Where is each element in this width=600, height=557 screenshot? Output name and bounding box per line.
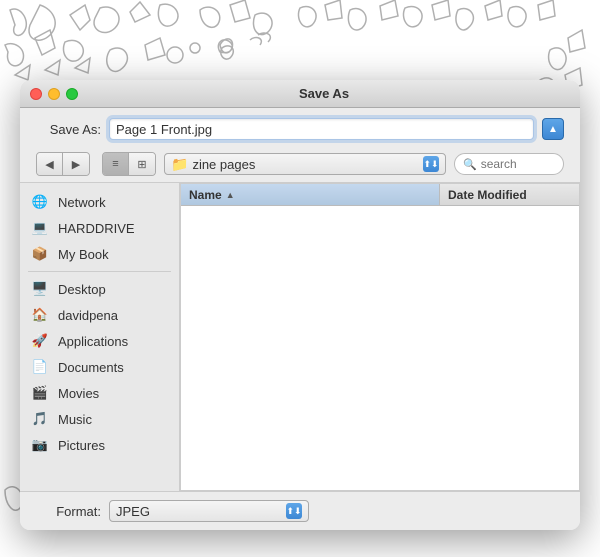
search-icon: 🔍 <box>463 158 477 171</box>
file-list-area: Name ▲ Date Modified <box>180 183 580 491</box>
desktop-icon: 🖥️ <box>30 279 50 299</box>
format-label: Format: <box>36 504 101 519</box>
sidebar-item-label-music: Music <box>58 412 92 427</box>
sidebar-item-desktop[interactable]: 🖥️ Desktop <box>20 276 179 302</box>
format-dropdown-arrow: ⬆⬇ <box>286 503 302 519</box>
traffic-lights <box>30 88 78 100</box>
save-as-dialog: Save As Save As: ▲ ◀ ▶ ≡ <box>20 80 580 530</box>
location-dropdown[interactable]: 📁 zine pages ⬆⬇ <box>164 153 446 175</box>
sidebar: 🌐 Network 💻 HARDDRIVE 📦 My Book 🖥️ Deskt… <box>20 183 180 491</box>
network-icon: 🌐 <box>30 192 50 212</box>
pictures-icon: 📷 <box>30 435 50 455</box>
location-label: zine pages <box>192 157 419 172</box>
nav-buttons: ◀ ▶ <box>36 152 90 176</box>
sidebar-item-label-desktop: Desktop <box>58 282 106 297</box>
toolbar-row: ◀ ▶ ≡ ⊞ 📁 zine pages ⬆⬇ 🔍 <box>20 148 580 182</box>
search-input[interactable] <box>481 157 551 171</box>
sidebar-item-label-harddrive: HARDDRIVE <box>58 221 135 236</box>
list-view-button[interactable]: ≡ <box>103 153 129 175</box>
folder-icon: 📁 <box>171 156 188 173</box>
close-button[interactable] <box>30 88 42 100</box>
sidebar-item-harddrive[interactable]: 💻 HARDDRIVE <box>20 215 179 241</box>
sidebar-item-davidpena[interactable]: 🏠 davidpena <box>20 302 179 328</box>
maximize-button[interactable] <box>66 88 78 100</box>
name-column-header[interactable]: Name ▲ <box>181 184 439 205</box>
documents-icon: 📄 <box>30 357 50 377</box>
date-modified-column-header[interactable]: Date Modified <box>439 184 579 205</box>
forward-button[interactable]: ▶ <box>63 153 89 175</box>
sidebar-item-pictures[interactable]: 📷 Pictures <box>20 432 179 458</box>
sidebar-item-label-davidpena: davidpena <box>58 308 118 323</box>
format-dropdown[interactable]: JPEG ⬆⬇ <box>109 500 309 522</box>
location-dropdown-arrow: ⬆⬇ <box>423 156 439 172</box>
back-button[interactable]: ◀ <box>37 153 63 175</box>
dialog-titlebar: Save As <box>20 80 580 108</box>
dialog-body: Save As: ▲ ◀ ▶ ≡ ⊞ <box>20 108 580 530</box>
user-home-icon: 🏠 <box>30 305 50 325</box>
filename-input[interactable] <box>109 118 534 140</box>
sidebar-item-mybook[interactable]: 📦 My Book <box>20 241 179 267</box>
sidebar-item-documents[interactable]: 📄 Documents <box>20 354 179 380</box>
sidebar-item-label-network: Network <box>58 195 106 210</box>
format-row: Format: JPEG ⬆⬇ <box>20 491 580 530</box>
file-list-body <box>181 206 579 406</box>
minimize-button[interactable] <box>48 88 60 100</box>
sidebar-item-music[interactable]: 🎵 Music <box>20 406 179 432</box>
sidebar-item-label-pictures: Pictures <box>58 438 105 453</box>
sidebar-item-label-movies: Movies <box>58 386 99 401</box>
sidebar-item-network[interactable]: 🌐 Network <box>20 189 179 215</box>
main-content: 🌐 Network 💻 HARDDRIVE 📦 My Book 🖥️ Deskt… <box>20 182 580 491</box>
search-box: 🔍 <box>454 153 564 175</box>
sidebar-item-label-applications: Applications <box>58 334 128 349</box>
mybook-icon: 📦 <box>30 244 50 264</box>
music-icon: 🎵 <box>30 409 50 429</box>
view-buttons: ≡ ⊞ <box>102 152 156 176</box>
sidebar-item-label-mybook: My Book <box>58 247 109 262</box>
file-list-header: Name ▲ Date Modified <box>181 184 579 206</box>
save-as-row: Save As: ▲ <box>20 108 580 148</box>
save-as-label: Save As: <box>36 122 101 137</box>
sort-arrow-icon: ▲ <box>226 190 235 200</box>
sidebar-divider-1 <box>28 271 171 272</box>
movies-icon: 🎬 <box>30 383 50 403</box>
applications-icon: 🚀 <box>30 331 50 351</box>
format-value: JPEG <box>116 504 282 519</box>
sidebar-item-movies[interactable]: 🎬 Movies <box>20 380 179 406</box>
dialog-title: Save As <box>78 86 570 101</box>
sidebar-item-label-documents: Documents <box>58 360 124 375</box>
harddrive-icon: 💻 <box>30 218 50 238</box>
sidebar-item-applications[interactable]: 🚀 Applications <box>20 328 179 354</box>
expand-button[interactable]: ▲ <box>542 118 564 140</box>
column-view-button[interactable]: ⊞ <box>129 153 155 175</box>
